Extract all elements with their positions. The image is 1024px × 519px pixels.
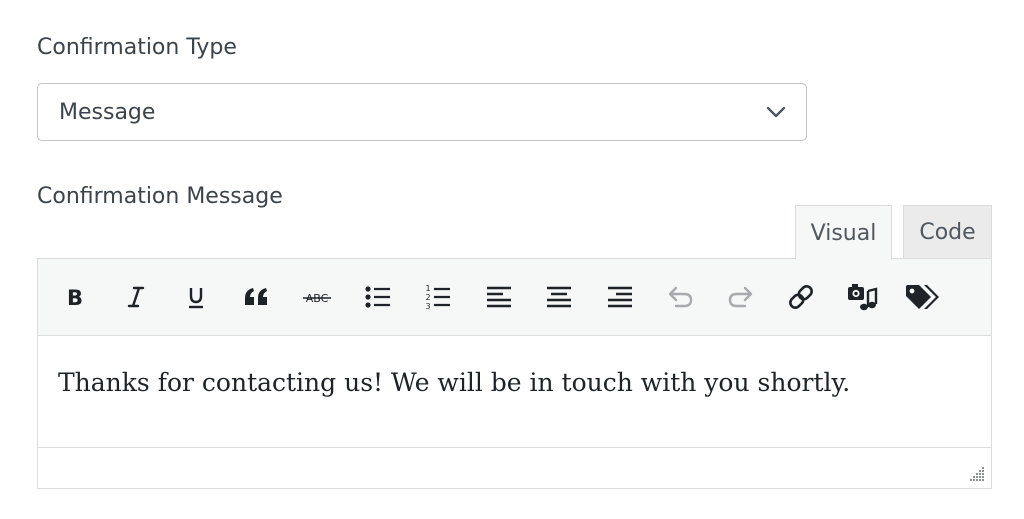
align-left-icon xyxy=(486,286,511,308)
undo-button[interactable] xyxy=(660,277,700,317)
resize-handle-icon[interactable] xyxy=(969,466,985,482)
undo-icon xyxy=(668,286,693,308)
confirmation-type-label: Confirmation Type xyxy=(37,35,237,60)
tab-visual[interactable]: Visual xyxy=(795,205,892,260)
link-icon xyxy=(789,285,813,309)
redo-button[interactable] xyxy=(721,277,761,317)
strikethrough-button[interactable]: ABC xyxy=(297,277,337,317)
bullet-list-icon xyxy=(364,286,390,308)
blockquote-button[interactable] xyxy=(237,277,277,317)
bold-icon: B xyxy=(67,286,83,309)
editor-content[interactable]: Thanks for contacting us! We will be in … xyxy=(38,336,991,448)
align-right-icon xyxy=(607,286,632,308)
confirmation-type-select[interactable]: Message xyxy=(37,83,807,141)
underline-button[interactable] xyxy=(176,277,216,317)
svg-text:3: 3 xyxy=(425,302,430,311)
italic-button[interactable] xyxy=(116,277,156,317)
align-center-icon xyxy=(547,286,571,308)
underline-icon xyxy=(189,288,203,309)
italic-icon xyxy=(127,286,144,308)
svg-text:B: B xyxy=(67,286,83,309)
confirmation-type-value: Message xyxy=(59,99,156,125)
message-editor: B ABC 1 2 3 Thanks for contacting us! We… xyxy=(37,258,992,489)
blockquote-icon xyxy=(244,288,267,305)
align-left-button[interactable] xyxy=(479,277,519,317)
chevron-down-icon xyxy=(766,106,786,118)
align-center-button[interactable] xyxy=(539,277,579,317)
svg-text:1: 1 xyxy=(425,284,430,293)
bullet-list-button[interactable] xyxy=(358,277,398,317)
numbered-list-button[interactable]: 1 2 3 xyxy=(418,277,458,317)
confirmation-message-label: Confirmation Message xyxy=(37,184,283,209)
link-button[interactable] xyxy=(781,277,821,317)
smart-tags-icon xyxy=(906,285,939,309)
bold-button[interactable]: B xyxy=(55,277,95,317)
svg-text:2: 2 xyxy=(425,293,430,302)
strikethrough-icon: ABC xyxy=(303,292,331,305)
redo-icon xyxy=(728,286,752,308)
tab-code[interactable]: Code xyxy=(903,205,992,259)
add-media-icon xyxy=(847,284,877,311)
smart-tags-button[interactable] xyxy=(902,277,942,317)
editor-toolbar: B ABC 1 2 3 xyxy=(38,259,991,336)
editor-statusbar xyxy=(38,448,991,488)
numbered-list-icon: 1 2 3 xyxy=(425,284,450,311)
align-right-button[interactable] xyxy=(600,277,640,317)
add-media-button[interactable] xyxy=(842,277,882,317)
